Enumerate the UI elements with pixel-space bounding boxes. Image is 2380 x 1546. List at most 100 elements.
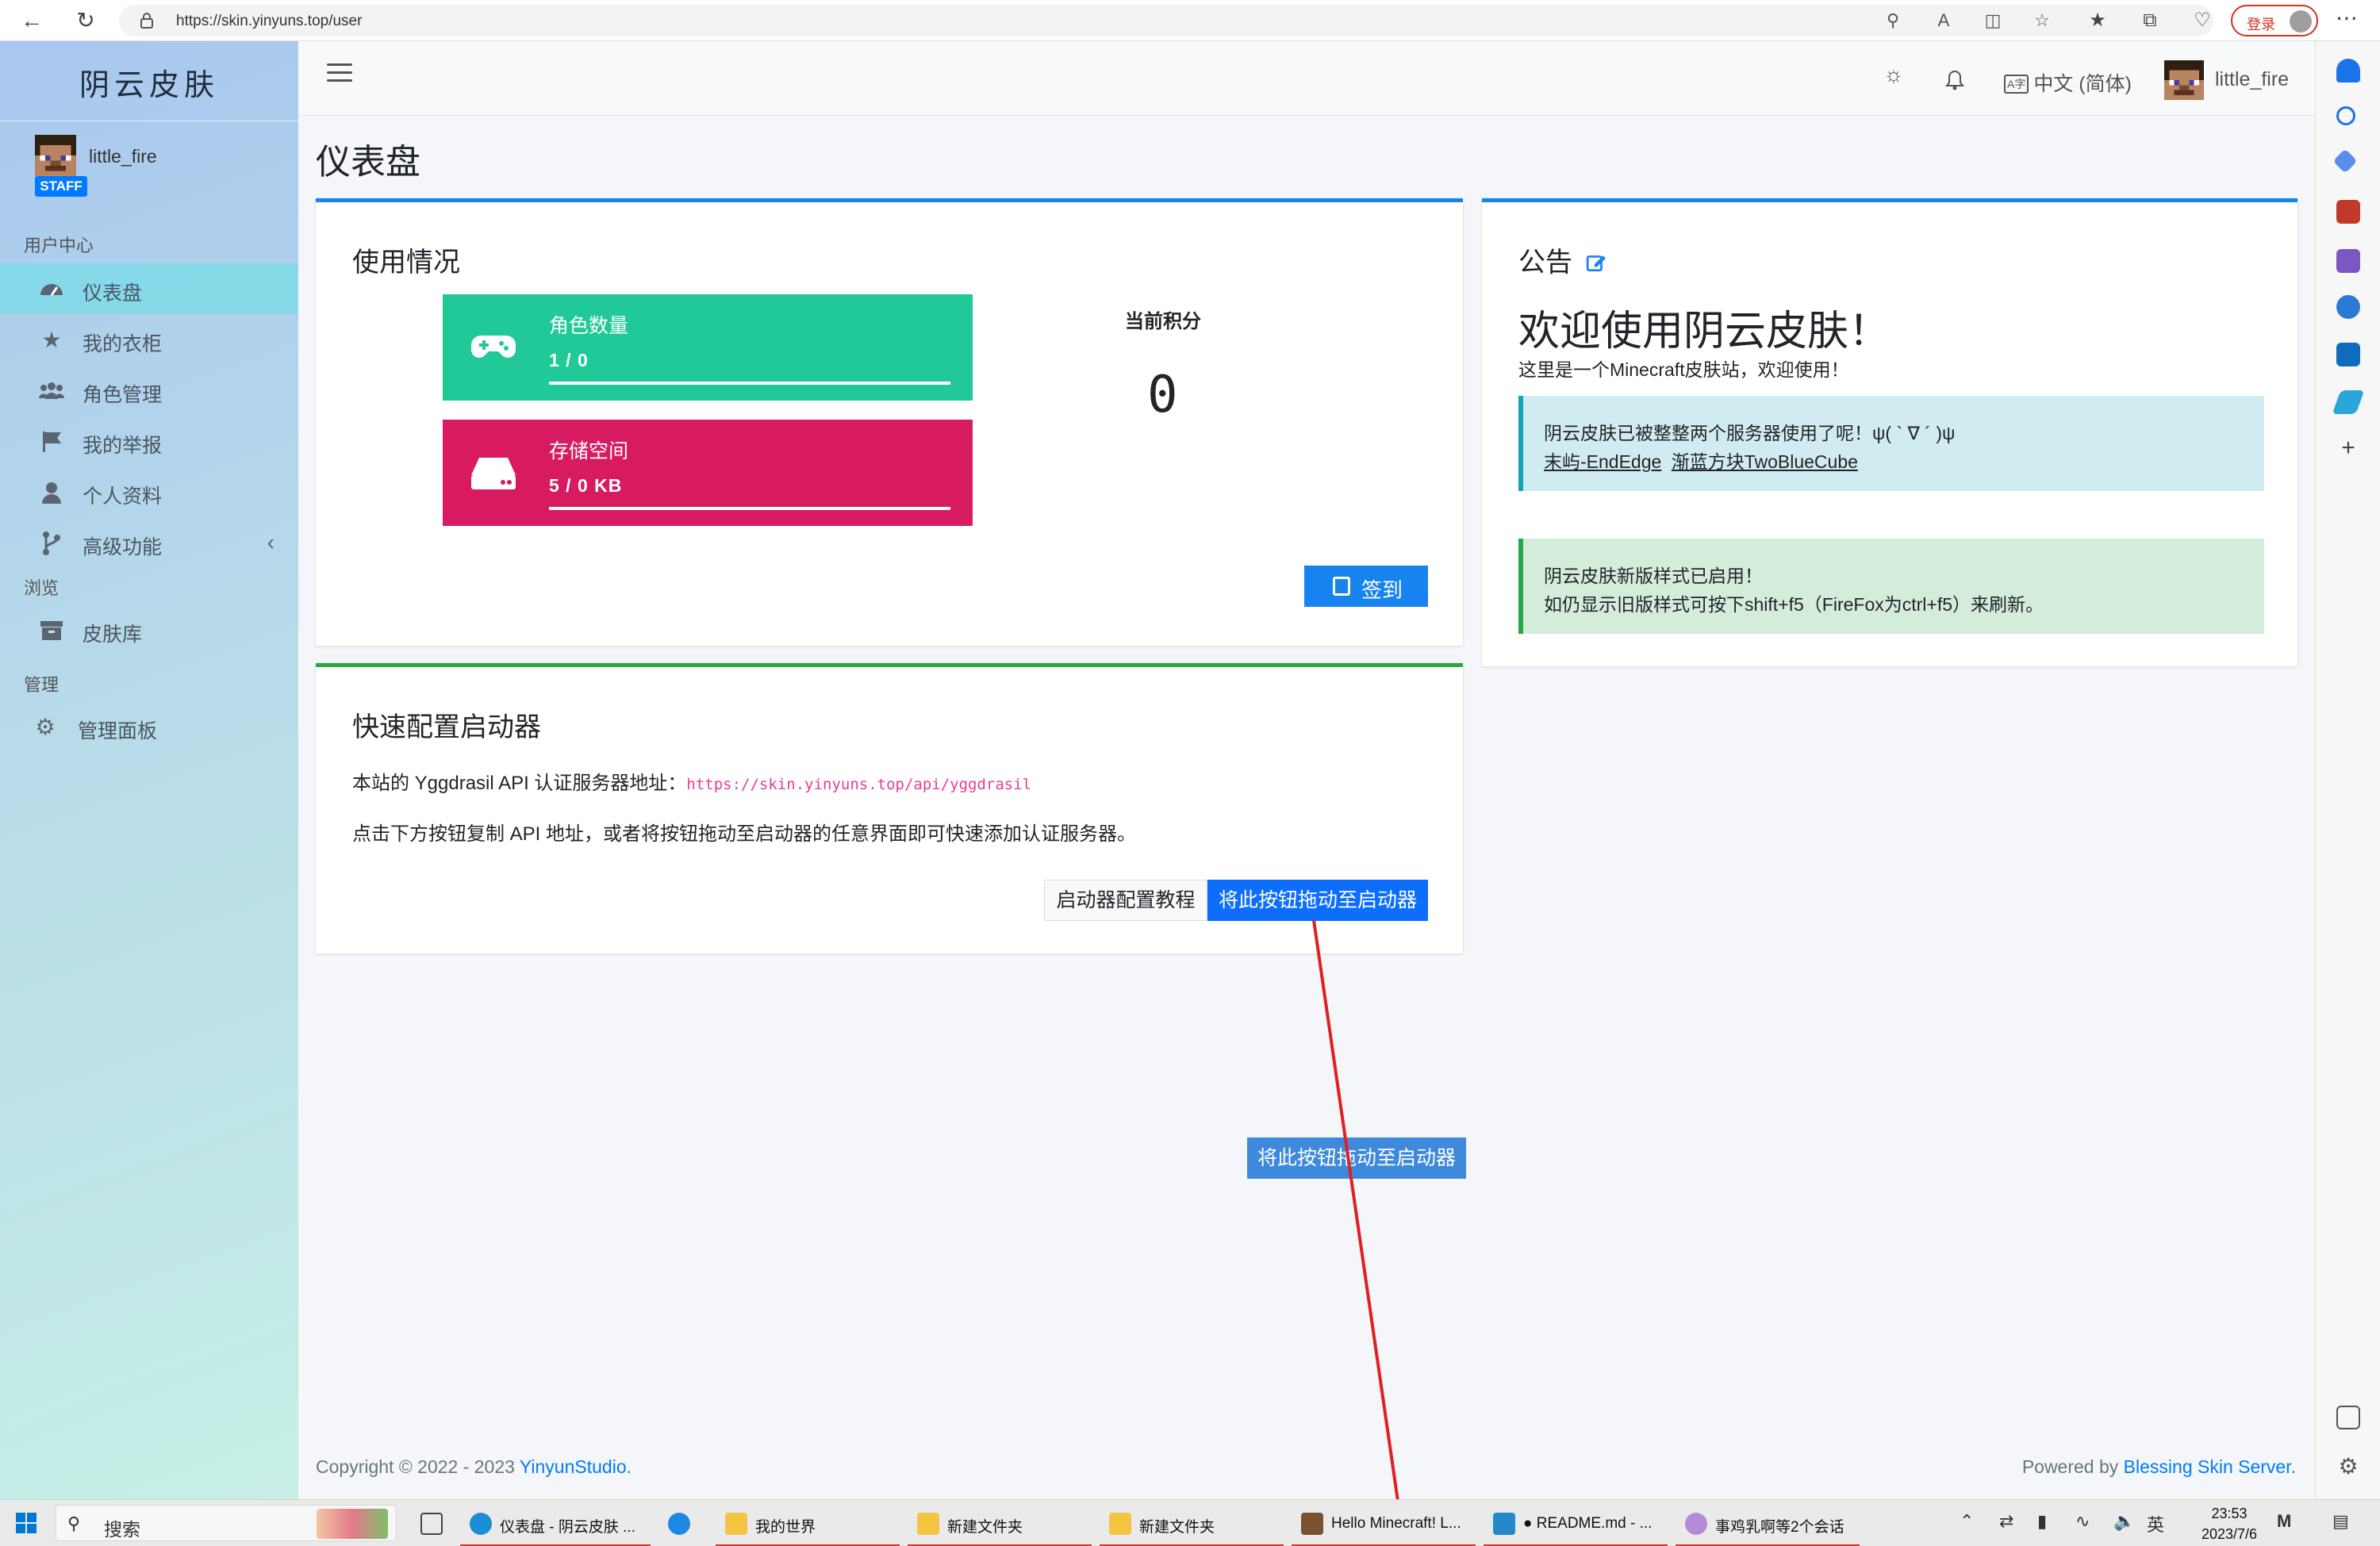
- clock-date: 2023/7/6: [2201, 1526, 2258, 1542]
- taskbar-app-label: 事鸡乳啊等2个会话: [1715, 1519, 1844, 1536]
- score-label: 当前积分: [1125, 311, 1201, 332]
- taskbar-app-vscode[interactable]: ● README.md - ...: [1484, 1505, 1668, 1546]
- chevron-left-icon[interactable]: ‹: [267, 530, 274, 555]
- profile-avatar-icon: [2290, 10, 2312, 33]
- taskbar-app-chat[interactable]: 事鸡乳啊等2个会话: [1676, 1505, 1860, 1546]
- drag-ghost-button: 将此按钮拖动至启动器: [1247, 1137, 1466, 1179]
- dashboard-icon: [40, 284, 63, 296]
- folder-icon: [1109, 1513, 1131, 1535]
- players-label: 角色数量: [549, 315, 629, 337]
- sidebar-item-label: 高级功能: [83, 536, 163, 558]
- wifi-icon[interactable]: ∿: [2075, 1511, 2090, 1532]
- taskbar-app-label: 新建文件夹: [947, 1519, 1023, 1536]
- settings-icon[interactable]: ⚙: [2336, 1455, 2360, 1479]
- sidebar-username[interactable]: little_fire: [89, 146, 157, 167]
- search-icon[interactable]: [2336, 106, 2355, 125]
- search-highlight-image: [317, 1509, 388, 1539]
- language-selector[interactable]: A字 中文 (简体): [2004, 68, 2132, 97]
- url-text[interactable]: https://skin.yinyuns.top/user: [176, 13, 362, 30]
- user-icon: [42, 482, 61, 504]
- hdd-icon: [471, 458, 516, 489]
- login-button[interactable]: 登录: [2231, 5, 2318, 36]
- task-view-icon[interactable]: [411, 1505, 455, 1543]
- system-clock[interactable]: 23:53 2023/7/6: [2190, 1503, 2269, 1544]
- split-view-icon[interactable]: ◫: [1982, 11, 2004, 30]
- outlook-icon[interactable]: [2336, 343, 2360, 366]
- endedge-link[interactable]: 末屿-EndEdge: [1544, 451, 1661, 472]
- taskbar-app-edge[interactable]: 仪表盘 - 阴云皮肤 ...: [460, 1505, 651, 1546]
- volume-icon[interactable]: 🔈: [2113, 1511, 2135, 1532]
- favorite-star-icon[interactable]: ☆: [2031, 11, 2053, 30]
- read-aloud-icon[interactable]: A: [1933, 11, 1955, 30]
- api-url[interactable]: https://skin.yinyuns.top/api/yggdrasil: [686, 776, 1031, 793]
- clock-time: 23:53: [2211, 1506, 2248, 1521]
- top-user-avatar[interactable]: [2164, 60, 2204, 100]
- browser-essentials-icon[interactable]: ♡: [2190, 8, 2215, 33]
- storage-label: 存储空间: [549, 440, 629, 462]
- address-bar[interactable]: https://skin.yinyuns.top/user ⚲ A ◫ ☆: [119, 5, 2213, 36]
- nav-header-user-center: 用户中心: [24, 236, 94, 255]
- branch-icon: [43, 531, 60, 555]
- sidebar-item-label: 个人资料: [83, 485, 163, 508]
- sidebar-item-reports[interactable]: 我的举报: [0, 416, 298, 466]
- info-callout-text: 阴云皮肤已被整整两个服务器使用了呢！ψ( ` ∇ ´ )ψ: [1544, 423, 1956, 443]
- signin-button[interactable]: 签到: [1304, 566, 1428, 607]
- toolbox-icon[interactable]: [2336, 200, 2360, 224]
- sidebar-item-skinlib[interactable]: 皮肤库: [0, 604, 298, 655]
- success-callout: 阴云皮肤新版样式已启用！ 如仍显示旧版样式可按下shift+f5（FireFox…: [1518, 539, 2264, 634]
- tag-icon[interactable]: [2332, 148, 2358, 174]
- brand-logo[interactable]: 阴云皮肤: [0, 60, 298, 104]
- taskbar-app-label: 新建文件夹: [1139, 1519, 1215, 1536]
- top-username[interactable]: little_fire: [2215, 68, 2289, 91]
- taskbar-app-hmcl[interactable]: Hello Minecraft! L...: [1292, 1505, 1476, 1546]
- sidebar-item-admin[interactable]: ⚙ 管理面板: [0, 701, 298, 752]
- user-avatar[interactable]: [35, 135, 76, 176]
- app-tray-icon[interactable]: M: [2277, 1511, 2291, 1532]
- collections-icon[interactable]: ⧉: [2137, 8, 2163, 33]
- send-icon[interactable]: [2332, 390, 2365, 414]
- screenshot-icon[interactable]: [2336, 1406, 2360, 1429]
- footer-powered: Powered by Blessing Skin Server.: [2022, 1456, 2296, 1478]
- refresh-icon[interactable]: ↻: [71, 6, 100, 35]
- sidebar-item-label: 我的举报: [83, 435, 163, 457]
- tray-sync-icon[interactable]: ⇄: [1999, 1511, 2013, 1532]
- yinyunstudio-link[interactable]: YinyunStudio.: [520, 1456, 631, 1477]
- blessing-skin-link[interactable]: Blessing Skin Server.: [2124, 1456, 2296, 1477]
- taskbar-app-folder-1[interactable]: 新建文件夹: [908, 1505, 1092, 1546]
- tray-overflow-icon[interactable]: ⌃: [1960, 1511, 1974, 1532]
- notice-heading: 欢迎使用阴云皮肤！: [1518, 309, 1891, 355]
- taskbar-search[interactable]: ⚲ 搜索: [56, 1505, 397, 1541]
- ime-indicator[interactable]: 英: [2147, 1511, 2164, 1536]
- notification-bell-icon[interactable]: [2336, 59, 2360, 82]
- sidebar-item-players[interactable]: 角色管理: [0, 365, 298, 416]
- taskbar-app-folder-2[interactable]: 新建文件夹: [1100, 1505, 1284, 1546]
- favorites-icon[interactable]: ★: [2085, 8, 2110, 33]
- key-icon[interactable]: ⚲: [1882, 11, 1904, 30]
- windows-start-icon[interactable]: [16, 1513, 36, 1533]
- games-icon[interactable]: [2336, 249, 2360, 273]
- score-value: 0: [1147, 366, 1178, 424]
- add-icon[interactable]: +: [2336, 436, 2360, 460]
- taskbar-app-minecraft-folder[interactable]: 我的世界: [716, 1505, 900, 1546]
- more-menu-icon[interactable]: ⋯: [2332, 6, 2361, 35]
- taskbar-app-k[interactable]: [658, 1505, 703, 1543]
- launcher-description: 点击下方按钮复制 API 地址，或者将按钮拖动至启动器的任意界面即可快速添加认证…: [352, 823, 1137, 845]
- twobluecube-link[interactable]: 渐蓝方块TwoBlueCube: [1672, 451, 1858, 472]
- nav-header-browse: 浏览: [24, 578, 60, 598]
- signin-label: 签到: [1361, 578, 1403, 602]
- edit-icon[interactable]: [1586, 252, 1606, 273]
- hamburger-menu-icon[interactable]: [327, 63, 352, 87]
- notification-center-icon[interactable]: ▤: [2332, 1511, 2349, 1532]
- launcher-tutorial-button[interactable]: 启动器配置教程: [1044, 880, 1207, 921]
- powered-text: Powered by: [2021, 1456, 2124, 1477]
- sidebar-item-closet[interactable]: ★ 我的衣柜: [0, 314, 298, 365]
- drag-to-launcher-button[interactable]: 将此按钮拖动至启动器: [1207, 880, 1428, 921]
- tray-battery-icon[interactable]: ▮: [2037, 1511, 2047, 1532]
- back-icon[interactable]: ←: [17, 6, 46, 35]
- sidebar-item-dashboard[interactable]: 仪表盘: [0, 263, 298, 314]
- sidebar-item-profile[interactable]: 个人资料: [0, 466, 298, 517]
- theme-toggle-icon[interactable]: ☼: [1883, 62, 1904, 87]
- office-icon[interactable]: [2336, 295, 2360, 319]
- sidebar-item-advanced[interactable]: 高级功能 ‹: [0, 517, 298, 568]
- notification-bell-icon[interactable]: [1945, 70, 1964, 90]
